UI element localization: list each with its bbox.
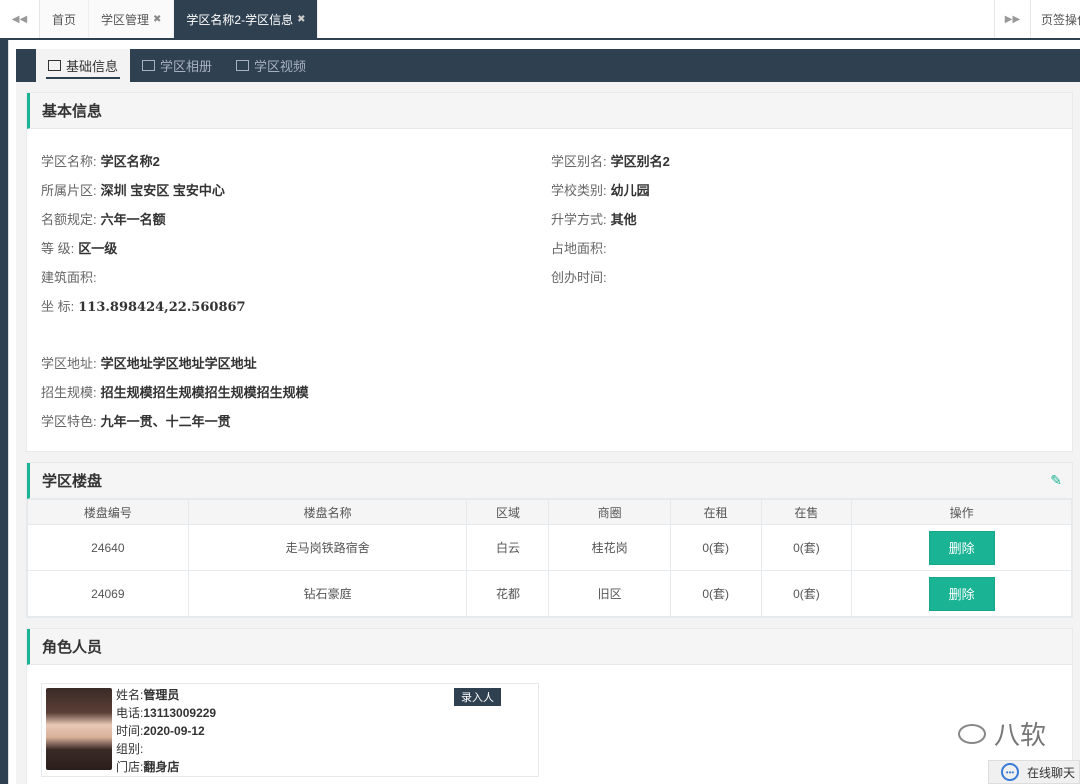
buildings-panel: 学区楼盘 ✎ 楼盘编号 楼盘名称 区域 商圈 在租 在售 操作 24640 走马… bbox=[26, 462, 1073, 618]
panel-title: 角色人员 bbox=[42, 639, 103, 656]
field-alias: 学区别名: 学区别名2 bbox=[551, 154, 670, 169]
field-admission: 升学方式: 其他 bbox=[551, 212, 637, 227]
field-quota: 名额规定: 六年一名额 bbox=[41, 212, 166, 227]
col-header: 区域 bbox=[466, 499, 550, 525]
panel-header: 基本信息 bbox=[27, 93, 1072, 129]
field-address: 学区地址: 学区地址学区地址学区地址 bbox=[41, 356, 257, 371]
person-card: 姓名:管理员 电话:13113009229 时间:2020-09-12 组别: … bbox=[41, 683, 539, 777]
top-tab-bar: ◀◀ 首页 学区管理✖ 学区名称2-学区信息✖ ▶▶ 页签操作 bbox=[0, 0, 1080, 40]
sub-tab-bar: 基础信息 学区相册 学区视频 bbox=[16, 49, 1080, 82]
tabbar-spacer bbox=[318, 0, 994, 38]
person-info: 姓名:管理员 电话:13113009229 时间:2020-09-12 组别: … bbox=[116, 688, 217, 774]
field-school-type: 学校类别: 幼儿园 bbox=[551, 183, 650, 198]
online-chat-button[interactable]: ••• 在线聊天 bbox=[988, 760, 1080, 784]
col-header: 操作 bbox=[851, 499, 1072, 525]
col-header: 商圈 bbox=[548, 499, 671, 525]
tab-home[interactable]: 首页 bbox=[40, 0, 90, 38]
col-header: 在售 bbox=[760, 499, 853, 525]
avatar bbox=[46, 688, 112, 770]
pencil-icon[interactable]: ✎ bbox=[1050, 472, 1062, 489]
table-header-row: 楼盘编号 楼盘名称 区域 商圈 在租 在售 操作 bbox=[27, 499, 1072, 525]
double-right-arrow-icon: ▶▶ bbox=[1004, 13, 1021, 25]
video-icon bbox=[236, 60, 250, 71]
field-name: 学区名称: 学区名称2 bbox=[41, 154, 160, 169]
content-frame: 基础信息 学区相册 学区视频 基本信息 学区名称: 学区名称2 学区别名: 学区别名… bbox=[8, 40, 1080, 784]
tab-basic-info[interactable]: 基础信息 bbox=[36, 49, 131, 82]
watermark: 八软 bbox=[957, 715, 1046, 752]
col-header: 在租 bbox=[669, 499, 762, 525]
col-header: 楼盘名称 bbox=[187, 499, 468, 525]
field-founded: 创办时间: bbox=[551, 270, 607, 285]
close-icon[interactable]: ✖ bbox=[297, 14, 305, 25]
wechat-icon bbox=[957, 723, 986, 744]
panel-header: 角色人员 bbox=[27, 629, 1072, 665]
delete-button[interactable]: 删除 bbox=[928, 530, 995, 565]
field-coords: 坐 标: 113.898424,22.560867 bbox=[41, 299, 246, 315]
field-scale: 招生规模: 招生规模招生规模招生规模招生规模 bbox=[41, 385, 309, 400]
field-district: 所属片区: 深圳 宝安区 宝安中心 bbox=[41, 183, 225, 198]
tab-district-management[interactable]: 学区管理 ✖ bbox=[89, 0, 175, 38]
delete-button[interactable]: 删除 bbox=[928, 576, 995, 611]
col-header: 楼盘编号 bbox=[27, 499, 189, 525]
tab-video[interactable]: 学区视频 bbox=[224, 49, 318, 82]
buildings-table: 楼盘编号 楼盘名称 区域 商圈 在租 在售 操作 24640 走马岗铁路宿舍 白… bbox=[27, 499, 1072, 617]
tabs-next-button[interactable]: ▶▶ bbox=[994, 0, 1030, 38]
basic-info-body: 学区名称: 学区名称2 学区别名: 学区别名2 所属片区: 深圳 宝安区 宝安中心 学… bbox=[27, 129, 1072, 449]
tabs-prev-button[interactable]: ◀◀ bbox=[0, 0, 40, 38]
tab-album[interactable]: 学区相册 bbox=[130, 49, 224, 82]
role-badge: 录入人 bbox=[454, 688, 501, 706]
tab-operations-button[interactable]: 页签操作 bbox=[1030, 0, 1080, 38]
panel-header: 学区楼盘 ✎ bbox=[27, 463, 1072, 499]
field-build-area: 建筑面积: bbox=[41, 270, 97, 285]
panel-title: 学区楼盘 bbox=[42, 473, 103, 490]
building-icon bbox=[48, 60, 61, 71]
table-row: 24640 走马岗铁路宿舍 白云 桂花岗 0(套) 0(套) 删除 bbox=[27, 524, 1072, 571]
field-level: 等 级: 区一级 bbox=[41, 241, 118, 256]
panel-title: 基本信息 bbox=[42, 103, 103, 120]
field-feature: 学区特色: 九年一贯、十二年一贯 bbox=[41, 414, 231, 429]
close-icon[interactable]: ✖ bbox=[153, 14, 161, 25]
field-land-area: 占地面积: bbox=[551, 241, 607, 256]
basic-info-panel: 基本信息 学区名称: 学区名称2 学区别名: 学区别名2 所属片区: 深圳 宝安区 宝… bbox=[26, 92, 1073, 452]
chat-bubble-icon: ••• bbox=[1001, 763, 1019, 781]
main-content: 基本信息 学区名称: 学区名称2 学区别名: 学区别名2 所属片区: 深圳 宝安区 宝… bbox=[16, 82, 1080, 784]
roles-panel: 角色人员 姓名:管理员 电话:13113009229 时间:2020-09-12… bbox=[26, 628, 1073, 784]
table-row: 24069 钻石豪庭 花都 旧区 0(套) 0(套) 删除 bbox=[27, 570, 1072, 617]
tab-district-info[interactable]: 学区名称2-学区信息 ✖ bbox=[174, 0, 319, 38]
double-left-arrow-icon: ◀◀ bbox=[11, 13, 28, 25]
image-icon bbox=[142, 60, 156, 71]
